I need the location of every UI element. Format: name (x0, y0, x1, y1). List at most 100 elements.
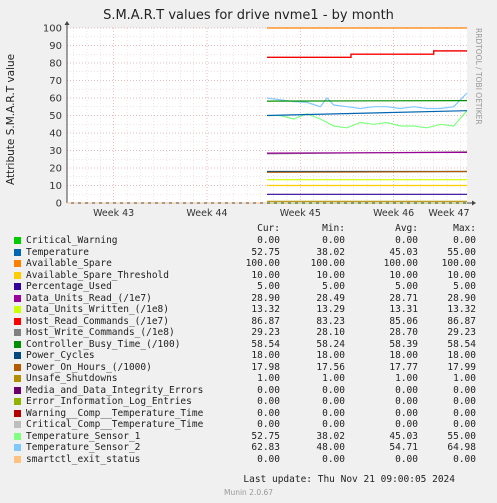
legend-row: Host_Write_Commands_(/1e8) 29.23 28.10 28.7… (0, 327, 497, 339)
y-tick-label: 80 (49, 59, 62, 70)
x-tick-label: Week 44 (186, 208, 227, 219)
legend-swatch (14, 386, 21, 394)
legend-swatch (14, 375, 21, 382)
legend-row: Available_Spare_Threshold 10.00 10.00 10.00… (0, 270, 497, 282)
legend-swatch (14, 329, 21, 336)
legend-max-value: 64.98 (447, 442, 476, 453)
legend-cur-value: 100.00 (245, 258, 280, 269)
legend-swatch (14, 248, 21, 256)
legend-cur-value: 0.00 (257, 384, 280, 396)
series-line (266, 170, 468, 173)
y-tick-label: 50 (49, 111, 62, 122)
legend-max-value: 17.99 (447, 361, 476, 373)
legend-swatch (14, 237, 21, 244)
legend-min-value: 83.23 (316, 315, 345, 327)
legend-max-value: 55.00 (447, 246, 476, 258)
legend-max-value: 0.00 (453, 235, 476, 246)
legend-cur-value: 1.00 (257, 373, 280, 384)
legend-row: Temperature_Sensor_2 62.83 48.00 54.71 64.98 (0, 442, 497, 454)
legend-row: Unsafe_Shutdowns 1.00 1.00 1.00 1.00 (0, 373, 497, 385)
legend-max-value: 5.00 (453, 281, 476, 292)
legend-swatch (14, 283, 21, 290)
legend-max-value: 18.00 (447, 350, 476, 361)
legend-swatch (14, 444, 21, 451)
legend-min-value: 100.00 (310, 258, 345, 269)
y-axis-arrow (64, 21, 70, 25)
legend-swatch (14, 409, 21, 417)
legend-swatch (14, 260, 21, 267)
legend-column-header: Cur: (257, 223, 280, 234)
legend-max-value: 1.00 (453, 373, 476, 384)
legend-min-value: 0.00 (322, 396, 345, 407)
legend-max-value: 0.00 (453, 407, 476, 419)
x-tick-label: Week 47 (428, 208, 469, 219)
legend-max-value: 0.00 (453, 396, 476, 407)
legend-row: Media_and_Data_Integrity_Errors 0.00 0.00 0… (0, 385, 497, 397)
legend-series-name: Critical_Comp__Temperature_Time (26, 419, 204, 430)
legend-row: Host_Read_Commands_(/1e7) 86.87 83.23 85.06… (0, 316, 497, 328)
legend-swatch (14, 317, 21, 325)
legend-swatch (14, 271, 21, 279)
legend-min-value: 0.00 (322, 407, 345, 419)
legend-cur-value: 58.54 (251, 338, 280, 350)
legend-min-value: 10.00 (316, 269, 345, 281)
series-line (266, 151, 468, 154)
legend-max-value: 58.54 (447, 338, 476, 350)
legend-min-value: 0.00 (322, 419, 345, 430)
legend-max-value: 29.23 (447, 327, 476, 338)
legend-min-value: 5.00 (322, 281, 345, 292)
legend-series-name: Available_Spare_Threshold (26, 269, 169, 281)
legend-max-value: 13.32 (447, 304, 476, 315)
legend-row: Data_Units_Read_(/1e7) 28.90 28.49 28.71 28.… (0, 293, 497, 305)
legend-swatch (14, 432, 21, 440)
legend-min-value: 13.29 (316, 304, 345, 315)
legend-row: Available_Spare 100.00 100.00 100.00 100.00 (0, 258, 497, 270)
legend-series-name: Temperature_Sensor_2 (26, 442, 141, 453)
legend-series-name: Temperature_Sensor_1 (26, 430, 141, 442)
munin-graph: S.M.A.R.T values for drive nvme1 - by mo… (0, 0, 497, 503)
legend-max-value: 28.90 (447, 292, 476, 304)
legend-min-value: 0.00 (322, 384, 345, 396)
y-tick-label: 20 (49, 164, 62, 175)
legend-row: Critical_Warning 0.00 0.00 0.00 0.00 (0, 235, 497, 247)
legend-row: Power_On_Hours_(/1000) 17.98 17.56 17.77 17.… (0, 362, 497, 374)
legend-cur-value: 18.00 (251, 350, 280, 361)
x-tick-label: Week 43 (93, 208, 134, 219)
series-line (266, 100, 468, 102)
legend-cur-value: 29.23 (251, 327, 280, 338)
legend-series-name: Unsafe_Shutdowns (26, 373, 118, 384)
legend-swatch (14, 455, 21, 463)
legend-row: Data_Units_Written_(/1e8) 13.32 13.29 13.31… (0, 304, 497, 316)
legend-row: Critical_Comp__Temperature_Time 0.00 0.00 0… (0, 419, 497, 431)
legend-cur-value: 52.75 (251, 430, 280, 442)
legend-row: smartctl_exit_status 0.00 0.00 0.00 0.00 (0, 454, 497, 466)
y-tick-label: 70 (49, 76, 62, 87)
legend-series-name: Power_Cycles (26, 350, 95, 361)
legend-series-name: Power_On_Hours_(/1000) (26, 361, 152, 373)
legend-swatch (14, 352, 21, 359)
munin-version: Munin 2.0.67 (223, 488, 274, 497)
legend-row: Temperature 52.75 38.02 45.03 55.00 (0, 247, 497, 259)
x-tick-label: Week 46 (373, 208, 414, 219)
legend-swatch (14, 421, 21, 428)
legend-min-value: 28.10 (316, 327, 345, 338)
legend-min-value: 0.00 (322, 235, 345, 246)
legend-min-value: 58.24 (316, 338, 345, 350)
legend-cur-value: 5.00 (257, 281, 280, 292)
last-update: Last update: Thu Nov 21 09:00:05 2024 (243, 474, 455, 485)
legend-max-value: 0.00 (453, 384, 476, 396)
legend-min-value: 38.02 (316, 246, 345, 258)
legend-max-value: 0.00 (453, 419, 476, 430)
legend-series-name: Data_Units_Written_(/1e8) (26, 304, 169, 315)
legend-min-value: 38.02 (316, 430, 345, 442)
legend-cur-value: 52.75 (251, 246, 280, 258)
legend-series-name: Error_Information_Log_Entries (26, 396, 192, 407)
legend-series-name: Temperature (26, 246, 89, 258)
y-tick-label: 30 (49, 146, 62, 157)
legend-swatch (14, 363, 21, 371)
legend-series-name: Warning__Comp__Temperature_Time (26, 407, 204, 419)
legend-row: Power_Cycles 18.00 18.00 18.00 18.00 (0, 350, 497, 362)
legend-cur-value: 86.87 (251, 315, 280, 327)
legend-cur-value: 0.00 (257, 453, 280, 465)
legend-max-value: 0.00 (453, 453, 476, 465)
